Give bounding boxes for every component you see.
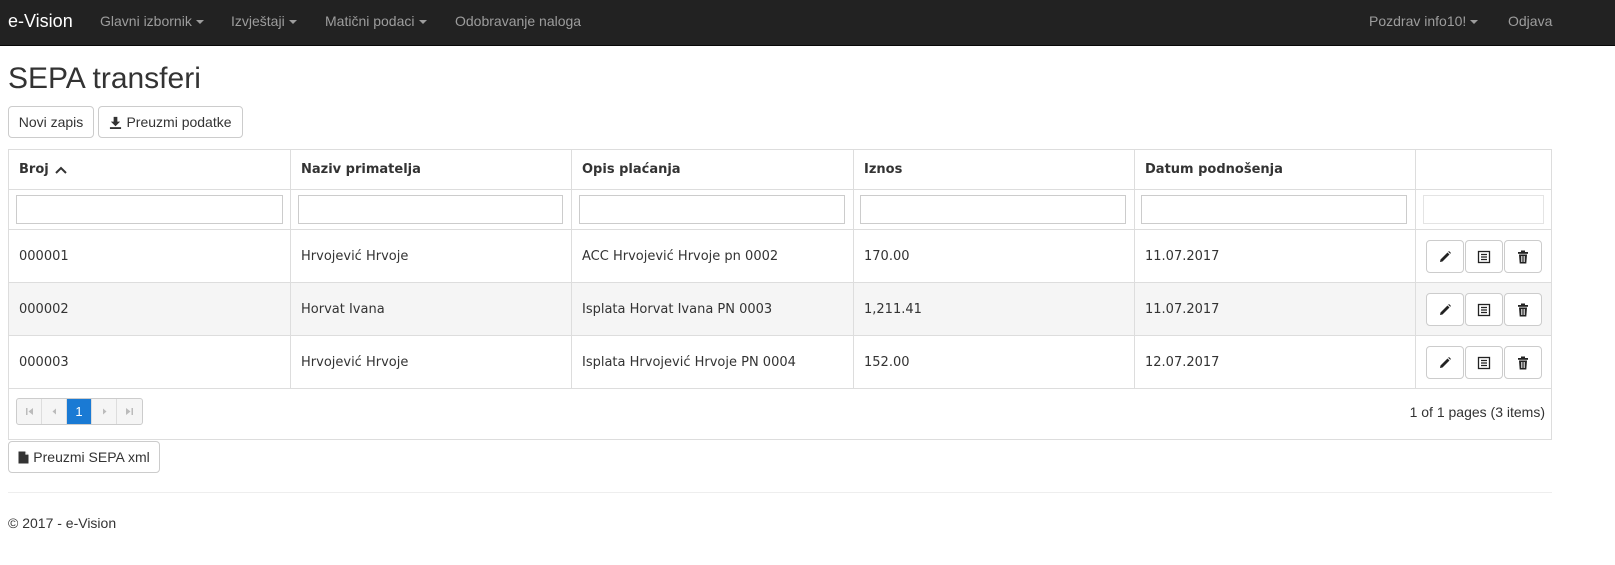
cell-iznos: 152.00 <box>854 336 1135 388</box>
page-title: SEPA transferi <box>8 62 201 95</box>
table-row[interactable]: 000001 Hrvojević Hrvoje ACC Hrvojević Hr… <box>9 230 1551 282</box>
filter-iznos-input[interactable] <box>860 195 1126 224</box>
filter-datum-input[interactable] <box>1141 195 1407 224</box>
trash-icon <box>1518 250 1528 263</box>
new-record-button[interactable]: Novi zapis <box>8 106 94 138</box>
download-icon <box>110 116 122 129</box>
nav-odobravanje-naloga[interactable]: Odobravanje naloga <box>455 13 581 29</box>
edit-button[interactable] <box>1426 240 1464 273</box>
top-navbar: e-Vision Glavni izbornik Izvještaji Mati… <box>0 0 1615 46</box>
document-icon <box>1477 356 1491 369</box>
new-record-label: Novi zapis <box>18 114 84 130</box>
trash-icon <box>1518 356 1528 369</box>
pencil-icon <box>1440 303 1451 315</box>
nav-label: Glavni izbornik <box>100 13 192 29</box>
column-header-label: Opis plaćanja <box>582 162 681 177</box>
caret-down-icon <box>418 20 427 25</box>
sepa-transfer-grid: Broj Naziv primatelja Opis plaćanja Izno… <box>8 149 1552 440</box>
filter-naziv-input[interactable] <box>298 195 563 224</box>
column-header-naziv-primatelja[interactable]: Naziv primatelja <box>291 150 572 189</box>
nav-label: Odobravanje naloga <box>455 13 582 29</box>
nav-maticni-podaci[interactable]: Matični podaci <box>325 13 427 29</box>
nav-glavni-izbornik[interactable]: Glavni izbornik <box>100 13 204 29</box>
details-button[interactable] <box>1465 346 1503 379</box>
next-page-icon <box>102 408 106 415</box>
details-button[interactable] <box>1465 293 1503 326</box>
column-header-iznos[interactable]: Iznos <box>854 150 1135 189</box>
document-icon <box>1477 250 1491 263</box>
first-page-icon <box>25 408 33 415</box>
cell-broj: 000001 <box>9 230 291 282</box>
details-button[interactable] <box>1465 240 1503 273</box>
logout-link[interactable]: Odjava <box>1508 13 1552 29</box>
cell-iznos: 170.00 <box>854 230 1135 282</box>
column-header-actions <box>1416 150 1551 189</box>
document-icon <box>1477 303 1491 316</box>
nav-label: Matični podaci <box>325 13 415 29</box>
pager-summary: 1 of 1 pages (3 items) <box>1409 404 1545 420</box>
edit-button[interactable] <box>1426 346 1464 379</box>
delete-button[interactable] <box>1504 293 1542 326</box>
column-header-broj[interactable]: Broj <box>9 150 291 189</box>
delete-button[interactable] <box>1504 240 1542 273</box>
prev-page-icon <box>52 408 56 415</box>
pencil-icon <box>1440 356 1451 368</box>
cell-iznos: 1,211.41 <box>854 283 1135 335</box>
trash-icon <box>1518 303 1528 316</box>
first-page-button[interactable] <box>17 399 42 424</box>
download-data-label: Preuzmi podatke <box>126 114 232 130</box>
cell-broj: 000003 <box>9 336 291 388</box>
column-header-label: Broj <box>19 162 49 177</box>
nav-label: Izvještaji <box>231 13 285 29</box>
caret-down-icon <box>288 20 297 25</box>
brand-link[interactable]: e-Vision <box>8 11 73 32</box>
last-page-icon <box>126 408 133 415</box>
download-sepa-xml-button[interactable]: Preuzmi SEPA xml <box>8 441 160 473</box>
cell-naziv: Horvat Ivana <box>291 283 572 335</box>
divider <box>9 388 1551 389</box>
edit-button[interactable] <box>1426 293 1464 326</box>
column-header-label: Datum podnošenja <box>1145 162 1283 177</box>
pager: 1 <box>16 398 143 425</box>
user-greeting: Pozdrav info10! <box>1369 13 1467 29</box>
cell-opis: Isplata Hrvojević Hrvoje PN 0004 <box>572 336 854 388</box>
cell-datum: 11.07.2017 <box>1135 230 1416 282</box>
download-data-button[interactable]: Preuzmi podatke <box>98 106 243 138</box>
download-sepa-xml-label: Preuzmi SEPA xml <box>33 449 150 465</box>
cell-broj: 000002 <box>9 283 291 335</box>
last-page-button[interactable] <box>117 399 142 424</box>
filter-broj-input[interactable] <box>16 195 283 224</box>
table-row[interactable]: 000002 Horvat Ivana Isplata Horvat Ivana… <box>9 283 1551 335</box>
cell-datum: 11.07.2017 <box>1135 283 1416 335</box>
delete-button[interactable] <box>1504 346 1542 379</box>
prev-page-button[interactable] <box>42 399 67 424</box>
next-page-button[interactable] <box>92 399 117 424</box>
cell-naziv: Hrvojević Hrvoje <box>291 230 572 282</box>
caret-down-icon <box>195 20 204 25</box>
cell-naziv: Hrvojević Hrvoje <box>291 336 572 388</box>
sort-ascending-icon <box>55 166 67 174</box>
column-header-opis-placanja[interactable]: Opis plaćanja <box>572 150 854 189</box>
cell-opis: ACC Hrvojević Hrvoje pn 0002 <box>572 230 854 282</box>
footer-copyright: © 2017 - e-Vision <box>8 515 117 531</box>
cell-datum: 12.07.2017 <box>1135 336 1416 388</box>
table-row[interactable]: 000003 Hrvojević Hrvoje Isplata Hrvojevi… <box>9 336 1551 388</box>
footer-divider <box>8 492 1552 493</box>
filter-opis-input[interactable] <box>579 195 845 224</box>
page-button-current[interactable]: 1 <box>67 399 92 424</box>
file-icon <box>18 451 29 463</box>
user-menu[interactable]: Pozdrav info10! <box>1369 13 1479 29</box>
filter-actions-placeholder <box>1423 195 1544 224</box>
caret-down-icon <box>1470 20 1479 25</box>
cell-opis: Isplata Horvat Ivana PN 0003 <box>572 283 854 335</box>
nav-izvjestaji[interactable]: Izvještaji <box>231 13 297 29</box>
column-header-label: Iznos <box>864 162 903 177</box>
pencil-icon <box>1440 250 1451 262</box>
column-header-label: Naziv primatelja <box>301 162 421 177</box>
column-header-datum-podnosenja[interactable]: Datum podnošenja <box>1135 150 1416 189</box>
